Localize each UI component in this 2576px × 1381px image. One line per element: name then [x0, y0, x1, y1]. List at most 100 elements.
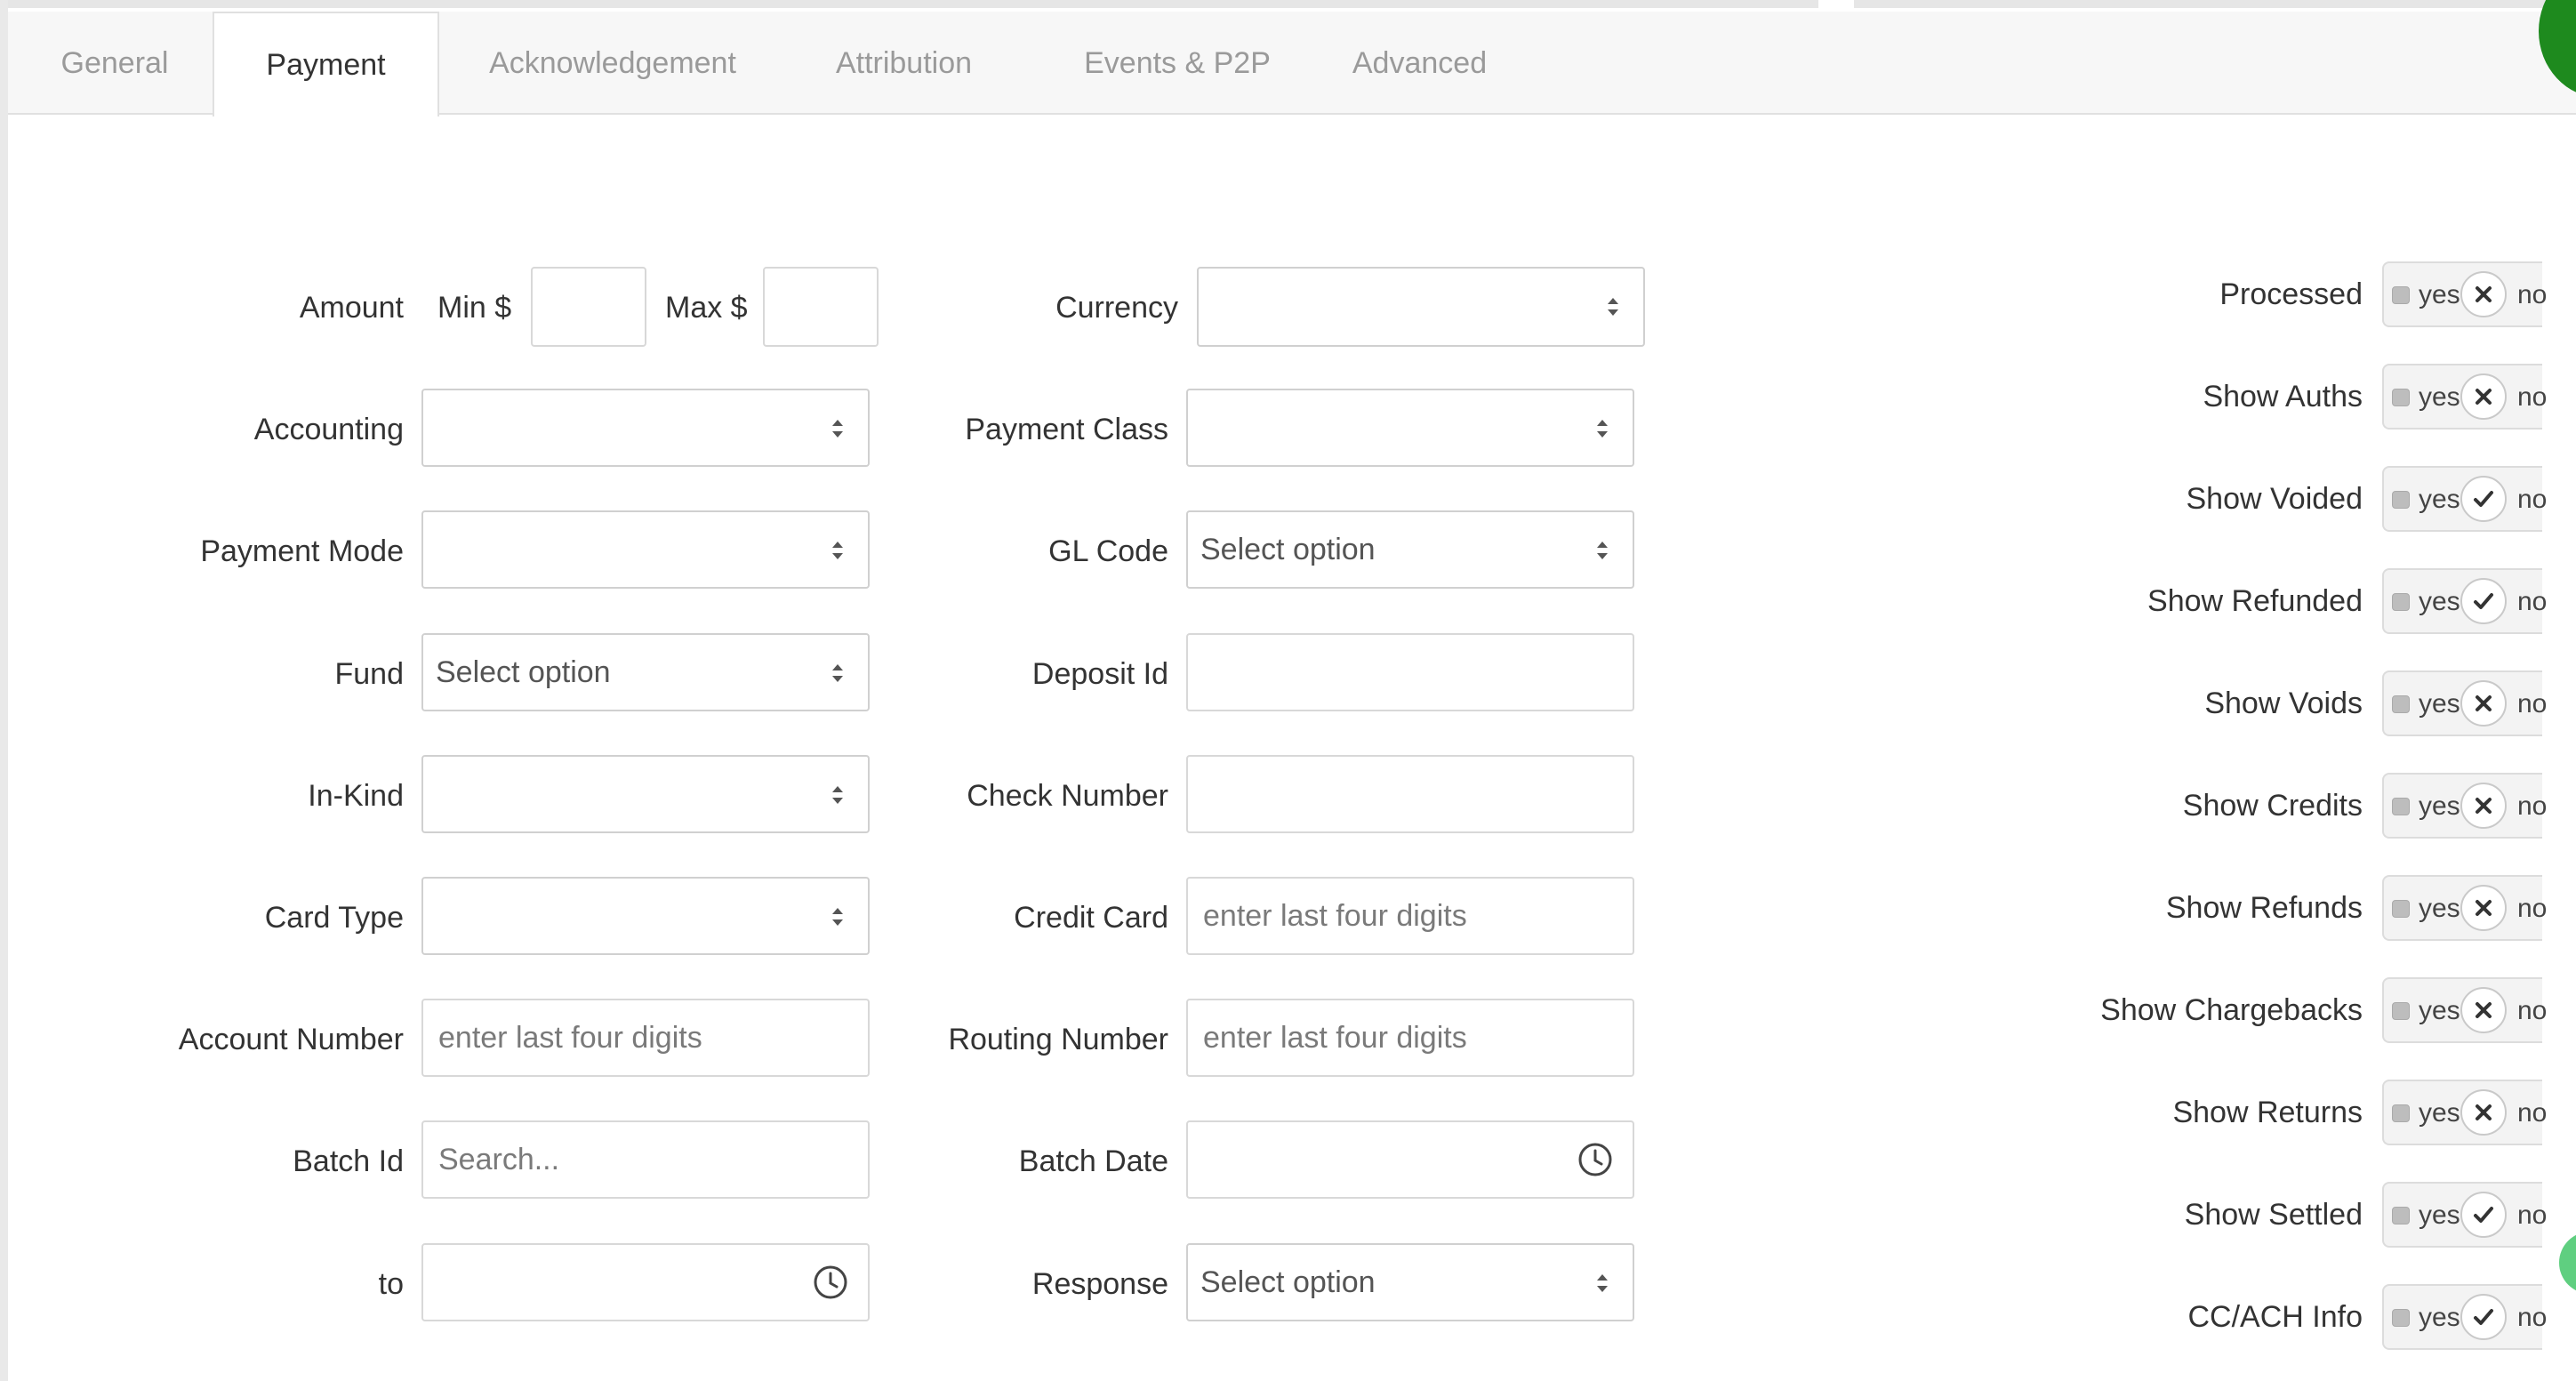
currency-select[interactable] [1197, 267, 1645, 347]
toggle-knob[interactable] [2460, 1192, 2507, 1238]
tab-advanced[interactable]: Advanced [1342, 12, 1497, 115]
select-arrows-icon [832, 420, 843, 438]
toggle-knob[interactable] [2460, 373, 2507, 420]
batch-date-input[interactable] [1186, 1120, 1634, 1199]
gl-code-select[interactable]: Select option [1186, 510, 1634, 589]
x-icon [2476, 900, 2492, 916]
select-arrows-icon [832, 664, 843, 682]
yes-checkbox[interactable] [2392, 286, 2410, 304]
deposit-id-label: Deposit Id [1031, 657, 1168, 691]
to-date-input[interactable] [421, 1243, 870, 1321]
fund-label: Fund [334, 657, 405, 691]
amount-min-input[interactable] [531, 267, 646, 347]
toggle-label: Show Voided [2186, 482, 2363, 516]
check-icon [2474, 1309, 2493, 1325]
select-arrows-icon [1608, 298, 1618, 316]
toggle-label: Show Credits [2182, 789, 2363, 823]
credit-card-label: Credit Card [1014, 901, 1168, 935]
green-help-button[interactable] [2559, 1232, 2576, 1294]
batch-id-input[interactable]: Search... [421, 1120, 870, 1199]
show-chargebacks-toggle[interactable]: yes no [2382, 977, 2547, 1043]
toggle-label: Show Auths [2203, 380, 2363, 413]
yes-checkbox[interactable] [2392, 900, 2410, 918]
select-arrows-icon [1597, 420, 1608, 438]
show-refunded-toggle[interactable]: yes no [2382, 568, 2547, 634]
amount-max-label: Max $ [665, 291, 748, 325]
toggle-knob[interactable] [2460, 476, 2507, 522]
select-arrows-icon [832, 542, 843, 559]
toggle-knob[interactable] [2460, 271, 2507, 317]
cc-ach-info-toggle[interactable]: yes no [2382, 1284, 2547, 1350]
show-voided-toggle[interactable]: yes no [2382, 466, 2547, 532]
toggle-label: Show Settled [2184, 1198, 2363, 1232]
batch-id-label: Batch Id [293, 1144, 404, 1178]
select-arrows-icon [1597, 1274, 1608, 1292]
show-voids-toggle[interactable]: yes no [2382, 670, 2547, 736]
payment-class-select[interactable] [1186, 389, 1634, 467]
to-label: to [378, 1267, 404, 1301]
check-number-input[interactable] [1186, 755, 1634, 833]
credit-card-input[interactable]: enter last four digits [1186, 877, 1634, 955]
toggle-label: Show Chargebacks [2100, 993, 2363, 1027]
clock-icon[interactable] [1577, 1142, 1613, 1177]
show-refunds-toggle[interactable]: yes no [2382, 875, 2547, 941]
tab-payment[interactable]: Payment [213, 12, 439, 116]
in-kind-select[interactable] [421, 755, 870, 833]
payment-mode-label: Payment Mode [200, 534, 404, 568]
tab-general[interactable]: General [26, 12, 204, 115]
yes-checkbox[interactable] [2392, 1207, 2410, 1224]
yes-checkbox[interactable] [2392, 1309, 2410, 1327]
deposit-id-input[interactable] [1186, 633, 1634, 711]
show-returns-toggle[interactable]: yes no [2382, 1080, 2547, 1145]
yes-checkbox[interactable] [2392, 1002, 2410, 1020]
x-icon [2476, 695, 2492, 711]
toggle-label: Show Refunded [2147, 584, 2363, 618]
toggle-knob[interactable] [2460, 1294, 2507, 1340]
toggle-knob[interactable] [2460, 680, 2507, 727]
tab-acknowledgement[interactable]: Acknowledgement [470, 12, 755, 115]
in-kind-label: In-Kind [308, 779, 404, 813]
show-settled-toggle[interactable]: yes no [2382, 1182, 2547, 1248]
payment-mode-select[interactable] [421, 510, 870, 589]
tab-events-p2p[interactable]: Events & P2P [1066, 12, 1288, 115]
yes-checkbox[interactable] [2392, 798, 2410, 815]
toggle-knob[interactable] [2460, 885, 2507, 931]
toggle-knob[interactable] [2460, 578, 2507, 624]
x-icon [2476, 1104, 2492, 1120]
toggle-knob[interactable] [2460, 1089, 2507, 1136]
check-icon [2474, 593, 2493, 609]
yes-checkbox[interactable] [2392, 593, 2410, 611]
amount-max-input[interactable] [763, 267, 879, 347]
select-arrows-icon [832, 786, 843, 804]
yes-checkbox[interactable] [2392, 1104, 2410, 1122]
toggle-knob[interactable] [2460, 987, 2507, 1033]
card-type-select[interactable] [421, 877, 870, 955]
toggle-label: Show Returns [2172, 1096, 2363, 1129]
accounting-select[interactable] [421, 389, 870, 467]
accounting-label: Accounting [253, 413, 404, 446]
x-icon [2476, 798, 2492, 814]
account-number-input[interactable]: enter last four digits [421, 999, 870, 1077]
x-icon [2476, 286, 2492, 302]
check-number-label: Check Number [967, 779, 1168, 813]
select-arrows-icon [832, 908, 843, 926]
clock-icon[interactable] [813, 1265, 848, 1300]
processed-toggle[interactable]: yes no [2382, 261, 2547, 327]
toggle-label: Show Voids [2204, 686, 2363, 720]
routing-number-input[interactable]: enter last four digits [1186, 999, 1634, 1077]
currency-label: Currency [1055, 291, 1178, 325]
yes-checkbox[interactable] [2392, 389, 2410, 406]
account-number-label: Account Number [178, 1023, 404, 1056]
top-border [0, 0, 2576, 8]
tab-attribution[interactable]: Attribution [808, 12, 999, 115]
yes-checkbox[interactable] [2392, 491, 2410, 509]
yes-checkbox[interactable] [2392, 695, 2410, 713]
toggle-knob[interactable] [2460, 783, 2507, 829]
check-icon [2474, 1207, 2493, 1223]
fund-select[interactable]: Select option [421, 633, 870, 711]
amount-label: Amount [299, 291, 404, 325]
response-select[interactable]: Select option [1186, 1243, 1634, 1321]
show-auths-toggle[interactable]: yes no [2382, 364, 2547, 430]
response-label: Response [1031, 1267, 1168, 1301]
show-credits-toggle[interactable]: yes no [2382, 773, 2547, 839]
